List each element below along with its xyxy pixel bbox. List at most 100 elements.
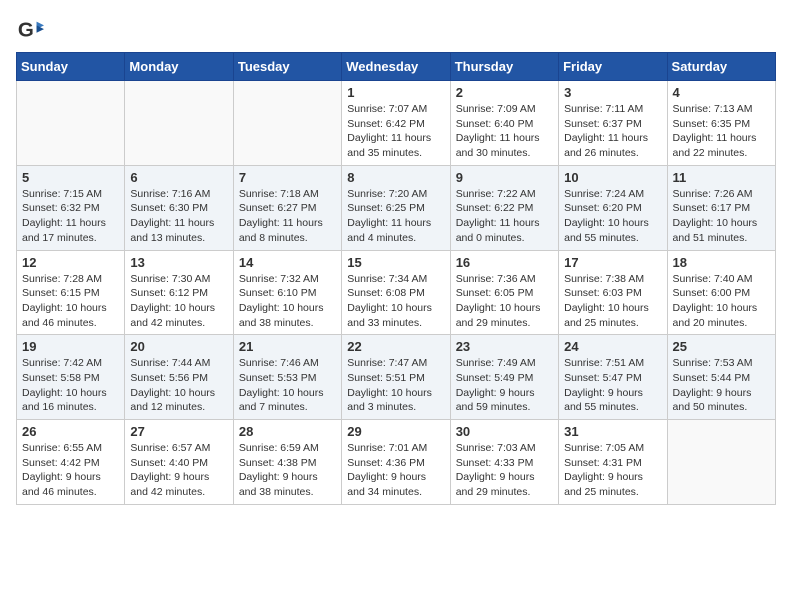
calendar-cell: 13Sunrise: 7:30 AMSunset: 6:12 PMDayligh… [125,250,233,335]
day-number: 4 [673,85,770,100]
calendar-cell: 16 Sunrise: 7:36 AMSunset: 6:05 PMDayligh… [450,250,558,335]
day-number: 1 [347,85,444,100]
calendar-cell: 21 Sunrise: 7:46 AMSunset: 5:53 PMDayligh… [233,335,341,420]
day-info: Sunrise: 7:47 AMSunset: 5:51 PMDaylight:… [347,356,444,415]
day-info: Sunrise: 7:32 AMSunset: 6:10 PMDaylight:… [239,272,336,331]
calendar-cell: 17Sunrise: 7:38 AMSunset: 6:03 PMDayligh… [559,250,667,335]
day-info: Sunrise: 7:22 AMSunset: 6:22 PMDaylight:… [456,187,553,246]
day-number: 21 [239,339,336,354]
day-info: Sunrise: 7:34 AMSunset: 6:08 PMDaylight:… [347,272,444,331]
calendar-cell: 15Sunrise: 7:34 AMSunset: 6:08 PMDayligh… [342,250,450,335]
day-number: 30 [456,424,553,439]
day-number: 23 [456,339,553,354]
day-number: 14 [239,255,336,270]
calendar-cell: 4 Sunrise: 7:13 AMSunset: 6:35 PMDaylight… [667,81,775,166]
day-number: 12 [22,255,119,270]
day-info: Sunrise: 6:55 AMSunset: 4:42 PMDaylight:… [22,441,119,500]
weekday-header: Thursday [450,53,558,81]
calendar-cell [125,81,233,166]
day-info: Sunrise: 7:18 AMSunset: 6:27 PMDaylight:… [239,187,336,246]
day-info: Sunrise: 7:20 AMSunset: 6:25 PMDaylight:… [347,187,444,246]
calendar-cell: 10 Sunrise: 7:24 AMSunset: 6:20 PMDayligh… [559,165,667,250]
calendar-cell: 6Sunrise: 7:16 AMSunset: 6:30 PMDaylight… [125,165,233,250]
calendar-week-row: 12Sunrise: 7:28 AMSunset: 6:15 PMDayligh… [17,250,776,335]
day-info: Sunrise: 7:36 AMSunset: 6:05 PMDaylight:… [456,272,553,331]
calendar-cell: 27 Sunrise: 6:57 AMSunset: 4:40 PMDayligh… [125,420,233,505]
day-number: 5 [22,170,119,185]
day-info: Sunrise: 7:42 AMSunset: 5:58 PMDaylight:… [22,356,119,415]
calendar-cell: 28 Sunrise: 6:59 AMSunset: 4:38 PMDayligh… [233,420,341,505]
day-info: Sunrise: 7:49 AMSunset: 5:49 PMDaylight:… [456,356,553,415]
day-info: Sunrise: 7:40 AMSunset: 6:00 PMDaylight:… [673,272,770,331]
day-number: 9 [456,170,553,185]
calendar-cell: 9 Sunrise: 7:22 AMSunset: 6:22 PMDaylight… [450,165,558,250]
day-number: 20 [130,339,227,354]
calendar-cell: 1 Sunrise: 7:07 AMSunset: 6:42 PMDaylight… [342,81,450,166]
day-number: 22 [347,339,444,354]
calendar-week-row: 26 Sunrise: 6:55 AMSunset: 4:42 PMDayligh… [17,420,776,505]
day-info: Sunrise: 7:01 AMSunset: 4:36 PMDaylight:… [347,441,444,500]
day-info: Sunrise: 7:09 AMSunset: 6:40 PMDaylight:… [456,102,553,161]
day-number: 10 [564,170,661,185]
day-number: 18 [673,255,770,270]
weekday-header: Saturday [667,53,775,81]
day-number: 6 [130,170,227,185]
weekday-header: Wednesday [342,53,450,81]
calendar-cell: 22 Sunrise: 7:47 AMSunset: 5:51 PMDayligh… [342,335,450,420]
calendar-cell: 26 Sunrise: 6:55 AMSunset: 4:42 PMDayligh… [17,420,125,505]
calendar-cell: 3Sunrise: 7:11 AMSunset: 6:37 PMDaylight… [559,81,667,166]
calendar-cell: 29 Sunrise: 7:01 AMSunset: 4:36 PMDayligh… [342,420,450,505]
day-number: 24 [564,339,661,354]
calendar-cell: 23 Sunrise: 7:49 AMSunset: 5:49 PMDayligh… [450,335,558,420]
day-info: Sunrise: 7:07 AMSunset: 6:42 PMDaylight:… [347,102,444,161]
calendar-cell: 18 Sunrise: 7:40 AMSunset: 6:00 PMDayligh… [667,250,775,335]
day-info: Sunrise: 7:38 AMSunset: 6:03 PMDaylight:… [564,272,661,331]
day-number: 7 [239,170,336,185]
day-number: 11 [673,170,770,185]
calendar-cell: 11 Sunrise: 7:26 AMSunset: 6:17 PMDayligh… [667,165,775,250]
logo: G [16,16,48,44]
calendar-cell [233,81,341,166]
day-info: Sunrise: 7:46 AMSunset: 5:53 PMDaylight:… [239,356,336,415]
day-number: 29 [347,424,444,439]
logo-icon: G [16,16,44,44]
day-number: 27 [130,424,227,439]
calendar-week-row: 19 Sunrise: 7:42 AMSunset: 5:58 PMDayligh… [17,335,776,420]
calendar-cell: 5Sunrise: 7:15 AMSunset: 6:32 PMDaylight… [17,165,125,250]
day-info: Sunrise: 7:51 AMSunset: 5:47 PMDaylight:… [564,356,661,415]
day-number: 3 [564,85,661,100]
calendar-header-row: SundayMondayTuesdayWednesdayThursdayFrid… [17,53,776,81]
day-info: Sunrise: 7:24 AMSunset: 6:20 PMDaylight:… [564,187,661,246]
calendar-cell: 2 Sunrise: 7:09 AMSunset: 6:40 PMDaylight… [450,81,558,166]
calendar-week-row: 1 Sunrise: 7:07 AMSunset: 6:42 PMDaylight… [17,81,776,166]
day-info: Sunrise: 6:57 AMSunset: 4:40 PMDaylight:… [130,441,227,500]
calendar-cell: 12Sunrise: 7:28 AMSunset: 6:15 PMDayligh… [17,250,125,335]
day-number: 19 [22,339,119,354]
calendar-cell: 31 Sunrise: 7:05 AMSunset: 4:31 PMDayligh… [559,420,667,505]
calendar-cell: 7 Sunrise: 7:18 AMSunset: 6:27 PMDaylight… [233,165,341,250]
day-number: 31 [564,424,661,439]
calendar-cell [17,81,125,166]
day-number: 16 [456,255,553,270]
weekday-header: Friday [559,53,667,81]
calendar-cell: 19 Sunrise: 7:42 AMSunset: 5:58 PMDayligh… [17,335,125,420]
calendar-cell [667,420,775,505]
day-info: Sunrise: 7:13 AMSunset: 6:35 PMDaylight:… [673,102,770,161]
day-info: Sunrise: 7:26 AMSunset: 6:17 PMDaylight:… [673,187,770,246]
day-number: 13 [130,255,227,270]
day-number: 26 [22,424,119,439]
calendar-cell: 14 Sunrise: 7:32 AMSunset: 6:10 PMDayligh… [233,250,341,335]
day-info: Sunrise: 6:59 AMSunset: 4:38 PMDaylight:… [239,441,336,500]
calendar-week-row: 5Sunrise: 7:15 AMSunset: 6:32 PMDaylight… [17,165,776,250]
weekday-header: Tuesday [233,53,341,81]
day-number: 28 [239,424,336,439]
day-number: 25 [673,339,770,354]
page-header: G [16,16,776,44]
day-info: Sunrise: 7:03 AMSunset: 4:33 PMDaylight:… [456,441,553,500]
calendar-cell: 30 Sunrise: 7:03 AMSunset: 4:33 PMDayligh… [450,420,558,505]
day-number: 2 [456,85,553,100]
calendar-cell: 8Sunrise: 7:20 AMSunset: 6:25 PMDaylight… [342,165,450,250]
calendar-table: SundayMondayTuesdayWednesdayThursdayFrid… [16,52,776,505]
day-info: Sunrise: 7:44 AMSunset: 5:56 PMDaylight:… [130,356,227,415]
day-info: Sunrise: 7:05 AMSunset: 4:31 PMDaylight:… [564,441,661,500]
